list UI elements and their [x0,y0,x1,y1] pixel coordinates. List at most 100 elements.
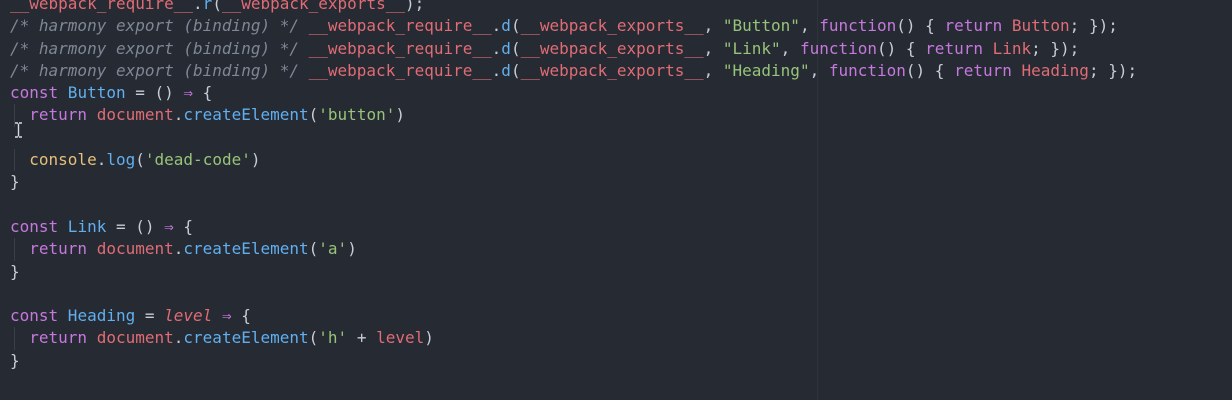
code-token: . [173,328,184,348]
code-token: __webpack_exports__ [520,60,704,80]
code-token: 'h' [318,328,348,348]
code-token: Link [58,216,107,236]
indent-guide [14,327,15,350]
code-token: ; }); [1088,60,1138,80]
code-line[interactable]: /* harmony export (binding) */ __webpack… [10,38,1137,60]
code-line[interactable]: } [10,350,1137,372]
code-token: return [29,105,88,125]
code-token: ( [510,16,521,36]
code-token: return [925,38,983,58]
code-token: __webpack_require__ [308,38,492,58]
code-token: { [173,216,194,236]
code-token: , [703,60,723,80]
code-token: Button [58,83,126,103]
code-token: , [703,38,723,58]
code-token: "Heading" [722,60,810,80]
code-line[interactable]: /* harmony export (binding) */ __webpack… [10,15,1137,37]
code-token: createElement [183,239,309,259]
code-line[interactable]: return document.createElement('h' + leve… [10,327,1137,350]
code-token: ⇒ [183,83,194,103]
code-token: return [944,16,1003,36]
code-area[interactable]: __webpack_require__.r(__webpack_exports_… [10,0,1137,372]
code-line[interactable]: __webpack_require__.r(__webpack_exports_… [10,0,1137,15]
code-token: ⇒ [164,216,174,236]
code-token: = [135,306,165,326]
code-token: function [828,60,906,80]
code-token: () { [896,16,945,36]
code-token: () { [905,60,955,80]
code-token: , [809,60,829,80]
code-token: ( [212,0,222,13]
code-line[interactable] [10,283,1137,305]
code-token: 'button' [318,105,396,125]
code-token: console [29,150,97,170]
code-token: document [87,105,174,125]
code-token: function [799,38,877,58]
code-line[interactable]: console.log('dead-code') [10,149,1137,172]
code-token: . [491,60,502,80]
code-token: Button [1002,16,1070,36]
code-token: __webpack_exports__ [520,38,704,58]
code-token: 'dead-code' [144,150,251,170]
code-line[interactable] [10,194,1137,216]
code-token: , [799,16,820,36]
code-token: ) [347,239,357,259]
code-token: log [106,150,136,170]
code-token: ( [510,60,521,80]
code-editor[interactable]: __webpack_require__.r(__webpack_exports_… [0,0,1232,400]
code-line[interactable]: } [10,171,1137,193]
code-token: d [501,16,511,36]
code-line[interactable]: return document.createElement('button') [10,104,1137,127]
code-token: __webpack_exports__ [221,0,405,13]
code-token: } [10,172,20,192]
ibeam-cursor-icon [15,122,22,138]
code-line[interactable]: /* harmony export (binding) */ __webpack… [10,60,1137,82]
code-line[interactable]: const Heading = level ⇒ { [10,305,1137,327]
code-token: ( [308,328,319,348]
code-token: () { [877,38,926,58]
code-token: document [87,328,174,348]
code-token: , [780,38,800,58]
code-token: document [87,239,174,259]
code-token: __webpack_require__ [308,60,492,80]
code-line[interactable] [10,127,1137,149]
code-line[interactable]: } [10,261,1137,283]
code-token: const [10,83,59,103]
code-line[interactable]: return document.createElement('a') [10,238,1137,261]
code-token: . [173,105,184,125]
code-token: ) [250,150,261,170]
code-token: level [376,328,425,348]
code-token: ; }); [1031,38,1080,58]
code-token: Link [982,38,1032,58]
code-token: ) [424,328,434,348]
code-line[interactable]: const Link = () ⇒ { [10,216,1137,238]
code-token: = () [106,216,165,236]
code-token: ( [308,105,319,125]
code-token: d [501,60,511,80]
code-token: + [347,328,377,348]
code-token: level [164,306,213,326]
code-token: __webpack_require__ [10,0,194,13]
code-token: . [491,16,502,36]
code-token: . [96,150,107,170]
code-token: const [10,306,59,326]
code-token: createElement [183,105,309,125]
code-token: ; }); [1069,16,1118,36]
code-token: d [501,38,511,58]
code-token: function [819,16,897,36]
code-token: __webpack_require__ [308,16,492,36]
code-token: r [202,0,213,13]
code-token: ) [395,105,405,125]
code-token: { [231,306,251,326]
indent-guide [14,238,15,261]
indent-guide [14,149,15,172]
code-token: const [10,216,59,236]
code-token: ( [135,150,145,170]
code-token: return [29,239,88,259]
code-token: . [173,239,184,259]
code-token: /* harmony export (binding) */ [10,16,309,36]
code-line[interactable]: const Button = () ⇒ { [10,82,1137,104]
